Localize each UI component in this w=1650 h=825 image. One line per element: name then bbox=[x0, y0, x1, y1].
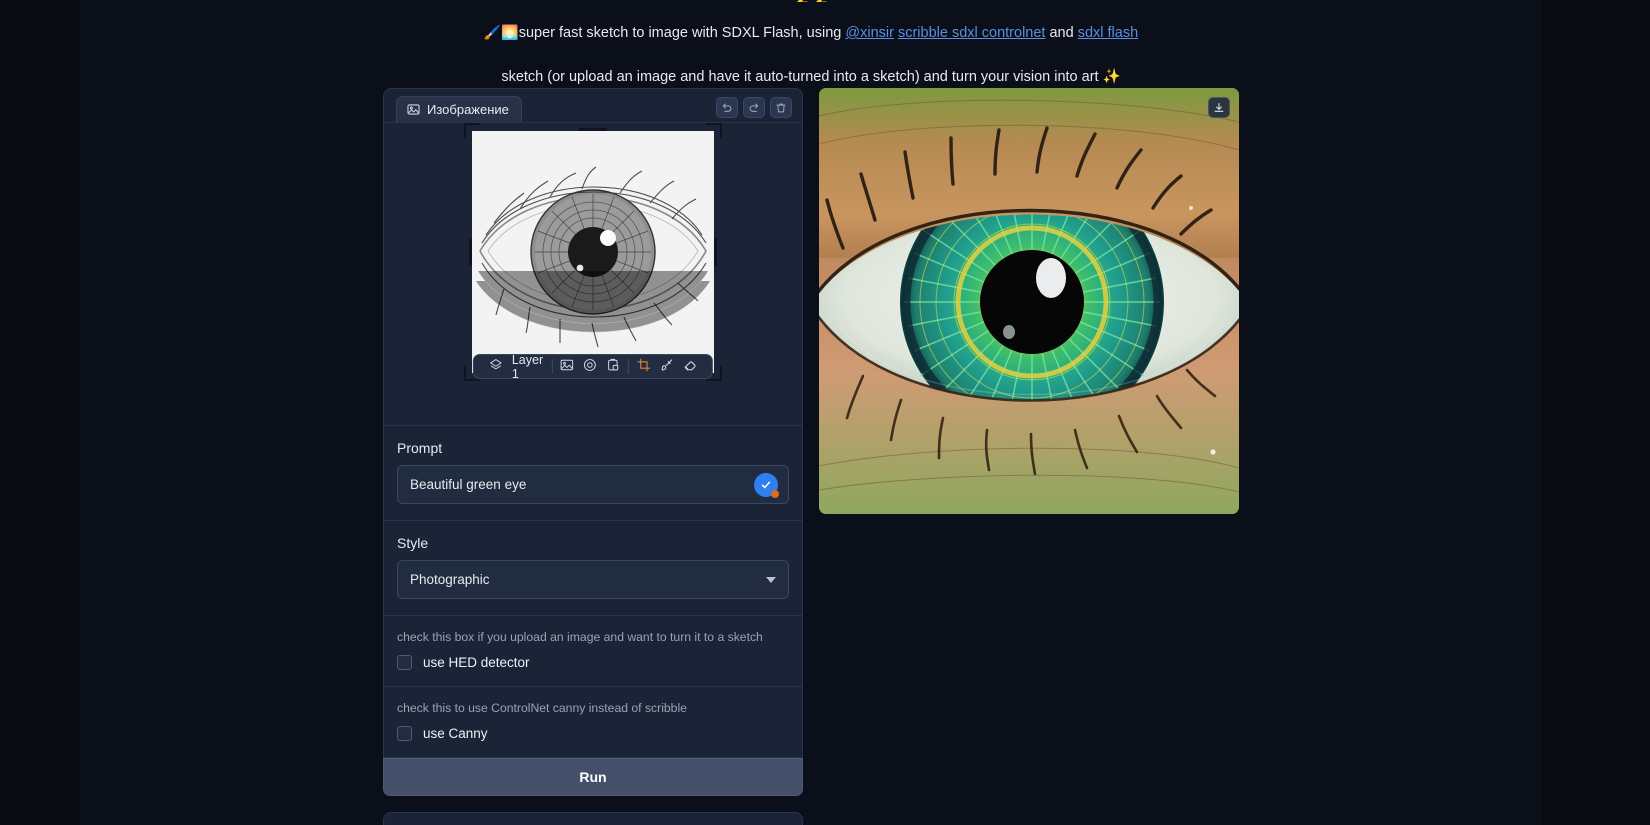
resize-handle-right[interactable] bbox=[714, 238, 717, 266]
sunrise-icon: 🌅 bbox=[501, 24, 518, 40]
hed-helper-text: check this box if you upload an image an… bbox=[397, 630, 789, 644]
run-button[interactable]: Run bbox=[383, 758, 803, 796]
canny-panel: check this to use ControlNet canny inste… bbox=[383, 687, 803, 758]
page-stage: ⚡⚡ 🖌️🌅super fast sketch to image with SD… bbox=[80, 0, 1542, 825]
description-and: and bbox=[1045, 25, 1077, 41]
hed-checkbox[interactable] bbox=[397, 655, 412, 670]
app-root: ⚡⚡ 🖌️🌅super fast sketch to image with SD… bbox=[0, 0, 1650, 825]
download-icon[interactable] bbox=[1208, 97, 1230, 118]
sketch-selection[interactable] bbox=[472, 131, 714, 373]
hed-checkbox-row[interactable]: use HED detector bbox=[397, 655, 789, 670]
link-scribble-controlnet[interactable]: scribble sdxl controlnet bbox=[898, 25, 1046, 41]
eraser-icon[interactable] bbox=[683, 358, 697, 375]
left-gutter bbox=[0, 0, 80, 825]
prompt-input[interactable]: Beautiful green eye bbox=[397, 465, 789, 504]
link-sdxl-flash[interactable]: sdxl flash bbox=[1078, 25, 1138, 41]
prompt-label: Prompt bbox=[397, 440, 789, 456]
image-editor-card: Изображение bbox=[383, 88, 803, 426]
description-text-1: super fast sketch to image with SDXL Fla… bbox=[519, 25, 846, 41]
left-column: Изображение bbox=[383, 88, 803, 825]
brush-icon[interactable] bbox=[660, 358, 674, 375]
result-image-panel[interactable] bbox=[819, 88, 1239, 514]
generated-eye-image bbox=[819, 88, 1239, 514]
image-upload-icon[interactable] bbox=[560, 358, 574, 375]
crop-icon[interactable] bbox=[637, 358, 651, 375]
style-select[interactable]: Photographic bbox=[397, 560, 789, 599]
editor-canvas-area[interactable]: Layer 1 bbox=[384, 123, 802, 385]
prompt-panel: Prompt Beautiful green eye bbox=[383, 426, 803, 521]
description-line-2: sketch (or upload an image and have it a… bbox=[80, 67, 1542, 89]
layers-icon bbox=[489, 358, 503, 375]
tab-image-label: Изображение bbox=[427, 102, 509, 117]
draw-tools-group bbox=[629, 358, 705, 375]
editor-tabbar: Изображение bbox=[384, 89, 802, 123]
canny-checkbox-label: use Canny bbox=[423, 726, 488, 741]
link-xinsir[interactable]: @xinsir bbox=[845, 25, 894, 41]
description-line-1: 🖌️🌅super fast sketch to image with SDXL … bbox=[80, 22, 1542, 45]
layer-name-label: Layer 1 bbox=[512, 353, 544, 381]
style-label: Style bbox=[397, 535, 789, 551]
paintbrush-icon: 🖌️ bbox=[484, 24, 501, 40]
sketch-image[interactable] bbox=[472, 131, 714, 373]
source-tools-group bbox=[552, 358, 628, 375]
canny-checkbox-row[interactable]: use Canny bbox=[397, 726, 789, 741]
layer-toolbar: Layer 1 bbox=[473, 354, 713, 379]
redo-icon[interactable] bbox=[743, 97, 765, 118]
trash-icon[interactable] bbox=[770, 97, 792, 118]
clipped-title: ⚡⚡ bbox=[80, 0, 1542, 2]
prompt-submit-button[interactable] bbox=[754, 473, 778, 497]
style-panel: Style Photographic bbox=[383, 521, 803, 616]
chevron-down-icon[interactable] bbox=[766, 577, 776, 583]
resize-handle-top-left[interactable] bbox=[464, 123, 480, 139]
bottom-panel-stub bbox=[383, 812, 803, 825]
right-gutter bbox=[1542, 0, 1650, 825]
resize-handle-top-right[interactable] bbox=[706, 123, 722, 139]
right-column bbox=[819, 88, 1239, 514]
editor-tools bbox=[716, 97, 792, 118]
resize-handle-top[interactable] bbox=[579, 128, 607, 131]
resize-handle-left[interactable] bbox=[469, 238, 472, 266]
tab-image[interactable]: Изображение bbox=[396, 96, 522, 123]
hed-checkbox-label: use HED detector bbox=[423, 655, 530, 670]
prompt-value: Beautiful green eye bbox=[410, 477, 526, 492]
image-icon bbox=[407, 103, 420, 116]
hed-panel: check this box if you upload an image an… bbox=[383, 616, 803, 687]
canny-checkbox[interactable] bbox=[397, 726, 412, 741]
style-value: Photographic bbox=[410, 572, 490, 587]
layer-group[interactable]: Layer 1 bbox=[481, 353, 552, 381]
color-picker-icon[interactable] bbox=[583, 358, 597, 375]
undo-icon[interactable] bbox=[716, 97, 738, 118]
canny-helper-text: check this to use ControlNet canny inste… bbox=[397, 701, 789, 715]
paste-icon[interactable] bbox=[606, 358, 620, 375]
